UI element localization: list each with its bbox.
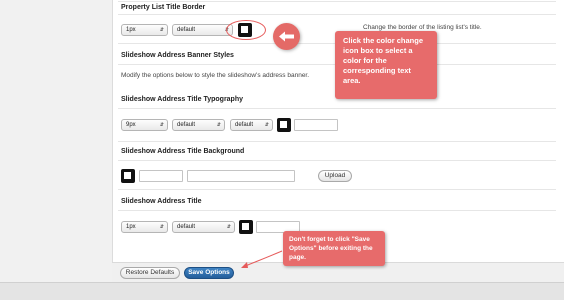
pointer-arrow-button bbox=[273, 23, 300, 50]
color-tip-callout: Click the color change icon box to selec… bbox=[335, 31, 437, 99]
left-arrow-icon bbox=[279, 31, 294, 42]
save-tip-callout: Don't forget to click "Save Options" bef… bbox=[283, 231, 385, 266]
